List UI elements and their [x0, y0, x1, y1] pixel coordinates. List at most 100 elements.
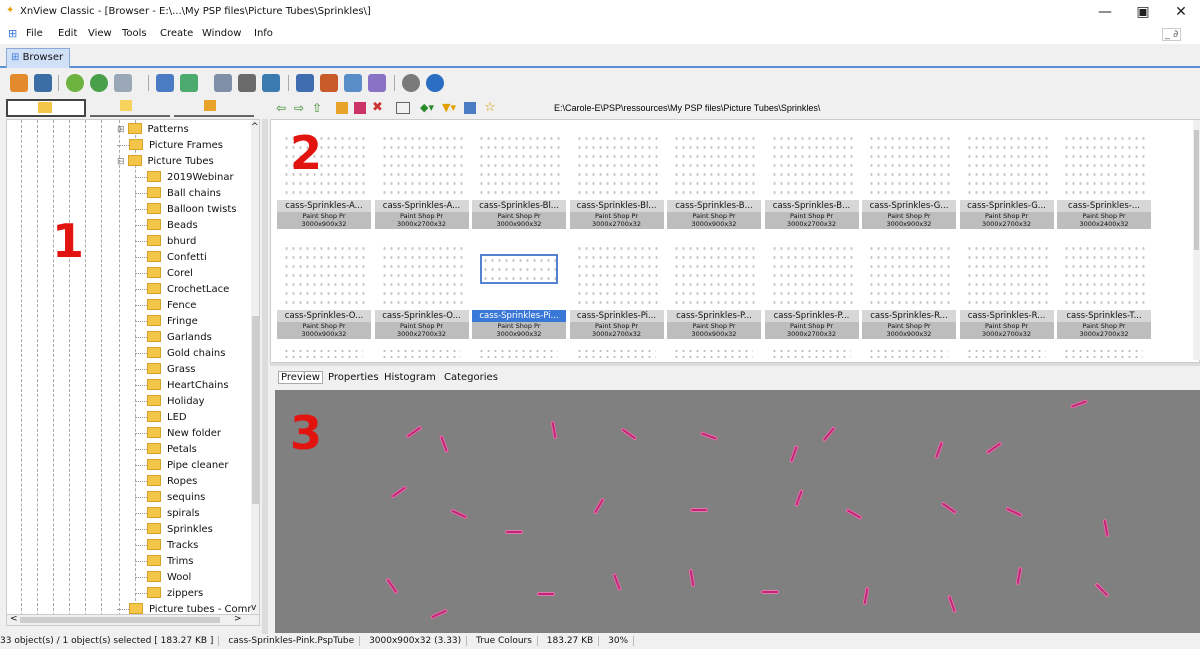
view-mode-icon[interactable]	[396, 102, 410, 114]
compare-icon[interactable]	[344, 74, 362, 92]
tab-categories[interactable]	[174, 99, 254, 117]
thumbnail-item[interactable]: cass-Sprinkles-... Paint Shop Pr 3000x2400…	[1057, 124, 1151, 232]
tree-item[interactable]: Confetti	[135, 250, 207, 266]
tree-item[interactable]: Balloon twists	[135, 202, 237, 218]
scroll-right-icon[interactable]: >	[234, 614, 242, 624]
copy-icon[interactable]	[156, 74, 174, 92]
thumbnail-item[interactable]: cass-Sprinkles-G... Paint Shop Pr 3000x900…	[862, 124, 956, 232]
thumbnail-image[interactable]	[283, 348, 363, 362]
refresh-view-icon[interactable]	[464, 102, 476, 114]
tree-item[interactable]: Gold chains	[135, 346, 225, 362]
image-preview[interactable]	[275, 390, 1200, 633]
filter-icon[interactable]: ▼▾	[442, 101, 456, 114]
thumbnail-item[interactable]: cass-Sprinkles-B... Paint Shop Pr 3000x270…	[764, 124, 859, 232]
tree-item[interactable]: Fence	[135, 298, 196, 314]
move-icon[interactable]	[180, 74, 198, 92]
thumbnail-item[interactable]: cass-Sprinkles-B... Paint Shop Pr 3000x900…	[667, 124, 761, 232]
tree-item[interactable]: CrochetLace	[135, 282, 229, 298]
mdi-restore-button[interactable]: _ ∂	[1162, 28, 1182, 41]
thumbnail-image[interactable]	[770, 348, 851, 362]
menu-create[interactable]: Create	[160, 28, 193, 39]
scroll-left-icon[interactable]: <	[10, 614, 18, 624]
tree-item[interactable]: Fringe	[135, 314, 198, 330]
open-icon[interactable]	[10, 74, 28, 92]
thumbnail-item[interactable]: cass-Sprinkles-O... Paint Shop Pr 3000x900…	[277, 234, 371, 342]
tree-horizontal-scroll-thumb[interactable]	[20, 617, 220, 623]
globe-icon[interactable]	[90, 74, 108, 92]
tree-item[interactable]: Sprinkles	[135, 522, 213, 538]
tree-item[interactable]: Corel	[135, 266, 193, 282]
collapse-icon[interactable]: ⊟	[117, 157, 125, 167]
settings-icon[interactable]	[402, 74, 420, 92]
thumbnail-item[interactable]: cass-Sprinkles-R... Paint Shop Pr 3000x900…	[862, 234, 956, 342]
folder-tree[interactable]: ⊞ Patterns Picture Frames ⊟ Picture Tubes 201…	[6, 119, 260, 615]
slideshow-icon[interactable]	[114, 74, 132, 92]
menu-edit[interactable]: Edit	[58, 28, 77, 39]
thumbnail-item[interactable]: cass-Sprinkles-R... Paint Shop Pr 3000x270…	[959, 234, 1054, 342]
binoculars-icon[interactable]	[214, 74, 232, 92]
scroll-up-icon[interactable]: ^	[251, 122, 259, 132]
tree-item[interactable]: ⊟ Picture Tubes	[117, 154, 214, 170]
tree-item[interactable]: zippers	[135, 586, 203, 602]
tab-folders[interactable]	[6, 99, 86, 117]
thumbnail-item[interactable]: cass-Sprinkles-Bl... Paint Shop Pr 3000x90…	[472, 124, 566, 232]
tab-preview[interactable]: Preview	[278, 371, 323, 384]
thumbnail-item[interactable]: cass-Sprinkles-O... Paint Shop Pr 3000x270…	[374, 234, 469, 342]
tree-item[interactable]: Grass	[135, 362, 195, 378]
tree-item[interactable]: Garlands	[135, 330, 212, 346]
tree-vertical-scroll-thumb[interactable]	[252, 316, 259, 504]
thumbnail-image[interactable]	[965, 348, 1046, 362]
tab-browser[interactable]: ⊞ Browser	[6, 48, 70, 68]
print-icon[interactable]	[238, 74, 256, 92]
tree-item[interactable]: Trims	[135, 554, 193, 570]
forward-icon[interactable]: ⇨	[294, 101, 304, 115]
thumbnail-image[interactable]	[1063, 348, 1143, 362]
tab-categories-info[interactable]: Categories	[444, 372, 498, 383]
thumbnail-item[interactable]: cass-Sprinkles-T... Paint Shop Pr 3000x270…	[1057, 234, 1151, 342]
thumbnail-image[interactable]	[868, 348, 948, 362]
delete-icon[interactable]: ✖	[372, 100, 383, 115]
close-button[interactable]: ✕	[1166, 2, 1196, 22]
tree-item[interactable]: spirals	[135, 506, 200, 522]
tree-item[interactable]: Holiday	[135, 394, 205, 410]
new-folder-icon[interactable]	[336, 102, 348, 114]
tree-item[interactable]: New folder	[135, 426, 221, 442]
tree-item[interactable]: Ropes	[135, 474, 197, 490]
tree-item[interactable]: sequins	[135, 490, 205, 506]
tree-item[interactable]: LED	[135, 410, 187, 426]
thumbnail-item[interactable]: cass-Sprinkles-A... Paint Shop Pr 3000x270…	[374, 124, 469, 232]
expand-icon[interactable]: ⊞	[117, 125, 125, 135]
tab-favorites[interactable]	[90, 99, 170, 117]
tree-item[interactable]: ⊞ Patterns	[117, 122, 189, 138]
thumbnail-image[interactable]	[478, 348, 558, 362]
scroll-down-icon[interactable]: v	[251, 603, 256, 613]
tree-item[interactable]: Ball chains	[135, 186, 221, 202]
favorites-star-icon[interactable]: ☆	[484, 100, 496, 115]
menu-view[interactable]: View	[88, 28, 112, 39]
thumbnail-scroll-thumb[interactable]	[1194, 130, 1199, 250]
sort-icon[interactable]: ◆▾	[420, 101, 434, 114]
thumbnail-item[interactable]: cass-Sprinkles-Pi... Paint Shop Pr 3000x90…	[472, 234, 566, 342]
menu-window[interactable]: Window	[202, 28, 241, 39]
tree-item[interactable]: Tracks	[135, 538, 198, 554]
thumbnail-image[interactable]	[380, 348, 461, 362]
batch-icon[interactable]	[296, 74, 314, 92]
webpage-icon[interactable]	[320, 74, 338, 92]
tree-item[interactable]: Beads	[135, 218, 198, 234]
fullscreen-icon[interactable]	[34, 74, 52, 92]
vertical-splitter[interactable]	[262, 119, 268, 634]
tree-item[interactable]: Pipe cleaner	[135, 458, 228, 474]
thumbnail-item[interactable]: cass-Sprinkles-P... Paint Shop Pr 3000x900…	[667, 234, 761, 342]
tree-item[interactable]: bhurd	[135, 234, 196, 250]
menu-info[interactable]: Info	[254, 28, 273, 39]
info-icon[interactable]	[426, 74, 444, 92]
thumbnail-grid[interactable]: cass-Sprinkles-A... Paint Shop Pr 3000x900…	[270, 119, 1200, 363]
menu-tools[interactable]: Tools	[122, 28, 147, 39]
thumbnail-item[interactable]: cass-Sprinkles-Pi... Paint Shop Pr 3000x27…	[569, 234, 664, 342]
rename-icon[interactable]	[354, 102, 366, 114]
maximize-button[interactable]: ▣	[1128, 2, 1158, 22]
thumbnail-item[interactable]: cass-Sprinkles-G... Paint Shop Pr 3000x270…	[959, 124, 1054, 232]
up-folder-icon[interactable]: ⇧	[312, 101, 322, 115]
thumbnail-item[interactable]: cass-Sprinkles-Bl... Paint Shop Pr 3000x27…	[569, 124, 664, 232]
tab-histogram[interactable]: Histogram	[384, 372, 436, 383]
